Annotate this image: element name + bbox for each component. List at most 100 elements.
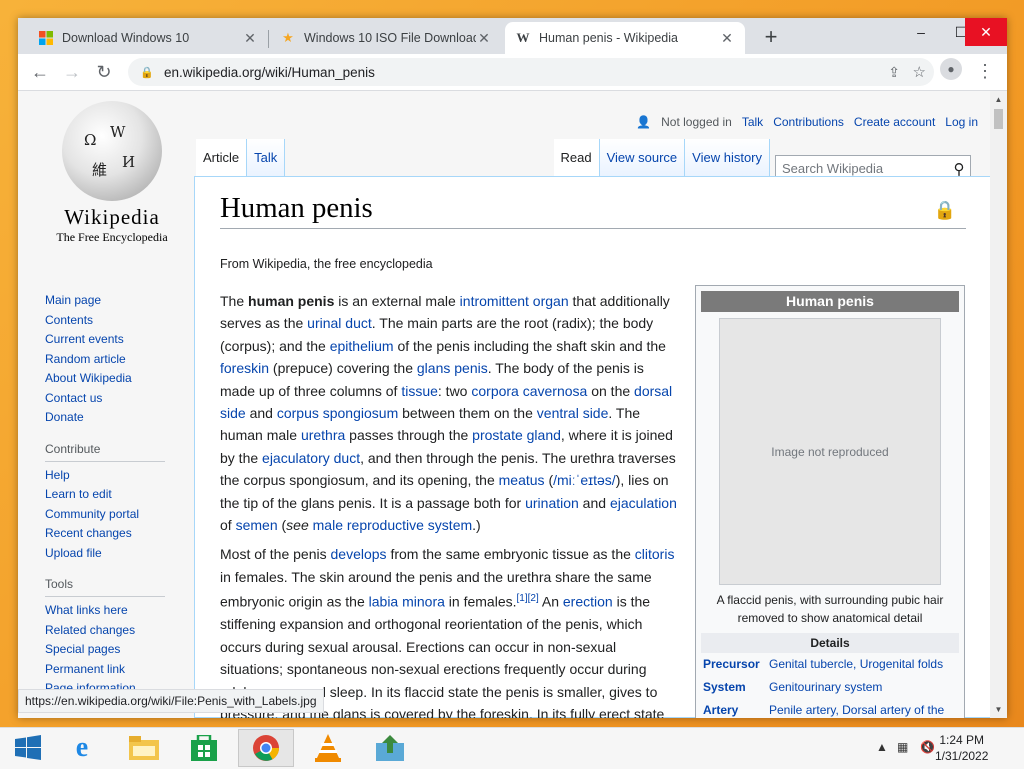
- infobox-image-placeholder[interactable]: Image not reproduced: [719, 318, 941, 585]
- sidebar-item-contact[interactable]: Contact us: [45, 389, 195, 409]
- scroll-up-icon[interactable]: ▲: [990, 95, 1007, 104]
- talk-link[interactable]: Talk: [742, 115, 763, 129]
- bookmark-star-icon[interactable]: ☆: [913, 63, 926, 81]
- search-icon[interactable]: ⚲: [948, 160, 970, 178]
- row-key[interactable]: Artery: [701, 701, 767, 718]
- sidebar-item-donate[interactable]: Donate: [45, 408, 195, 428]
- article-text: of: [220, 517, 236, 534]
- store-icon[interactable]: [176, 729, 232, 767]
- article-link[interactable]: prostate gland: [472, 427, 561, 443]
- back-icon[interactable]: ←: [26, 58, 54, 86]
- tab-view-history[interactable]: View history: [685, 139, 770, 176]
- network-icon[interactable]: ▦: [897, 740, 908, 754]
- tab-read[interactable]: Read: [553, 139, 600, 176]
- sidebar-item-learn-to-edit[interactable]: Learn to edit: [45, 485, 195, 505]
- sidebar-item-about[interactable]: About Wikipedia: [45, 369, 195, 389]
- article-text: .): [472, 517, 481, 534]
- article-link[interactable]: urethra: [301, 427, 345, 443]
- new-tab-button[interactable]: +: [758, 24, 784, 50]
- tray-expand-icon[interactable]: ▲: [876, 740, 888, 754]
- sidebar-item-random-article[interactable]: Random article: [45, 350, 195, 370]
- wikipedia-logo[interactable]: Ω W И 維 Wikipedia The Free Encyclopedia: [42, 101, 182, 251]
- article-link[interactable]: epithelium: [330, 338, 394, 354]
- tab-wikipedia[interactable]: W Human penis - Wikipedia ✕: [505, 22, 745, 54]
- article-link[interactable]: semen: [236, 517, 278, 533]
- sidebar-item-related-changes[interactable]: Related changes: [45, 621, 195, 641]
- profile-avatar-icon[interactable]: ●: [940, 58, 962, 80]
- article-link[interactable]: intromittent organ: [460, 293, 569, 309]
- scroll-thumb[interactable]: [994, 109, 1003, 129]
- vlc-icon[interactable]: [300, 729, 356, 767]
- article-link[interactable]: labia minora: [369, 594, 445, 610]
- tab-view-source[interactable]: View source: [599, 139, 686, 176]
- sidebar-item-upload-file[interactable]: Upload file: [45, 544, 195, 564]
- close-tab-icon[interactable]: ✕: [476, 30, 492, 47]
- article-link[interactable]: ventral side: [537, 405, 609, 421]
- tab-windows-iso[interactable]: ★ Windows 10 ISO File Download 6 ✕: [270, 22, 502, 54]
- tab-talk[interactable]: Talk: [247, 139, 286, 176]
- share-icon[interactable]: ⇪: [888, 64, 900, 81]
- file-explorer-icon[interactable]: [116, 729, 172, 767]
- menu-kebab-icon[interactable]: ⋮: [975, 58, 995, 86]
- citation-link[interactable]: [1][2]: [517, 593, 539, 604]
- article-link[interactable]: urinal duct: [307, 315, 372, 331]
- article-link[interactable]: male reproductive system: [313, 517, 473, 533]
- row-value[interactable]: Genital tubercle, Urogenital folds: [767, 655, 959, 678]
- minimize-button[interactable]: –: [901, 18, 941, 46]
- article-link[interactable]: /miːˈeɪtəs/: [553, 472, 616, 488]
- sidebar-item-contents[interactable]: Contents: [45, 311, 195, 331]
- infobox-details-heading: Details: [701, 633, 959, 653]
- page-scrollbar[interactable]: ▲ ▼: [990, 91, 1007, 718]
- table-row: Precursor Genital tubercle, Urogenital fo…: [701, 655, 959, 678]
- tab-title: Download Windows 10: [62, 31, 190, 45]
- address-bar[interactable]: 🔒 en.wikipedia.org/wiki/Human_penis ⇪ ☆: [128, 58, 934, 86]
- article-text: (prepuce) covering the: [269, 360, 417, 377]
- article-text: in females.: [444, 593, 517, 610]
- chrome-icon[interactable]: [238, 729, 294, 767]
- close-tab-icon[interactable]: ✕: [242, 30, 258, 47]
- wikipedia-globe-icon: Ω W И 維: [62, 101, 162, 201]
- internet-explorer-icon[interactable]: e: [54, 729, 110, 767]
- article-link[interactable]: ejaculation: [610, 495, 677, 511]
- article-link[interactable]: ejaculatory duct: [262, 450, 360, 466]
- sidebar-item-main-page[interactable]: Main page: [45, 291, 195, 311]
- article-link[interactable]: meatus: [499, 472, 545, 488]
- sidebar-item-what-links-here[interactable]: What links here: [45, 601, 195, 621]
- sidebar-item-permanent-link[interactable]: Permanent link: [45, 660, 195, 680]
- article-link[interactable]: tissue: [401, 383, 438, 399]
- article-link[interactable]: corpus spongiosum: [277, 405, 398, 421]
- browser-toolbar: ← → ↻ 🔒 en.wikipedia.org/wiki/Human_peni…: [18, 54, 1007, 91]
- downloader-icon[interactable]: [362, 729, 418, 767]
- sidebar-item-recent-changes[interactable]: Recent changes: [45, 524, 195, 544]
- row-value[interactable]: Genitourinary system: [767, 678, 959, 701]
- article-link[interactable]: urination: [525, 495, 579, 511]
- tab-article[interactable]: Article: [196, 139, 248, 176]
- padlock-icon[interactable]: 🔒: [934, 200, 956, 221]
- close-tab-icon[interactable]: ✕: [719, 30, 735, 47]
- system-clock[interactable]: 1:24 PM 1/31/2022: [935, 732, 988, 764]
- sidebar-item-help[interactable]: Help: [45, 466, 195, 486]
- close-window-button[interactable]: ✕: [965, 18, 1007, 46]
- sidebar-item-special-pages[interactable]: Special pages: [45, 640, 195, 660]
- article-link[interactable]: clitoris: [635, 546, 675, 562]
- create-account-link[interactable]: Create account: [854, 115, 935, 129]
- forward-icon[interactable]: →: [58, 58, 86, 86]
- scroll-down-icon[interactable]: ▼: [990, 705, 1007, 714]
- row-value[interactable]: Penile artery, Dorsal artery of the: [767, 701, 959, 718]
- article-link[interactable]: foreskin: [220, 360, 269, 376]
- article-link[interactable]: develops: [331, 546, 387, 562]
- sidebar-item-current-events[interactable]: Current events: [45, 330, 195, 350]
- sidebar-item-community-portal[interactable]: Community portal: [45, 505, 195, 525]
- windows-start-icon[interactable]: [0, 729, 56, 767]
- article-link[interactable]: erection: [563, 594, 613, 610]
- row-key[interactable]: System: [701, 678, 767, 701]
- article-link[interactable]: corpora cavernosa: [471, 383, 587, 399]
- row-key[interactable]: Precursor: [701, 655, 767, 678]
- reload-icon[interactable]: ↻: [90, 58, 118, 86]
- article-text: and: [578, 494, 610, 511]
- article-link[interactable]: glans penis: [417, 360, 488, 376]
- contributions-link[interactable]: Contributions: [773, 115, 844, 129]
- tab-download-windows[interactable]: Download Windows 10 ✕: [28, 22, 268, 54]
- log-in-link[interactable]: Log in: [945, 115, 978, 129]
- volume-muted-icon[interactable]: 🔇: [920, 740, 935, 754]
